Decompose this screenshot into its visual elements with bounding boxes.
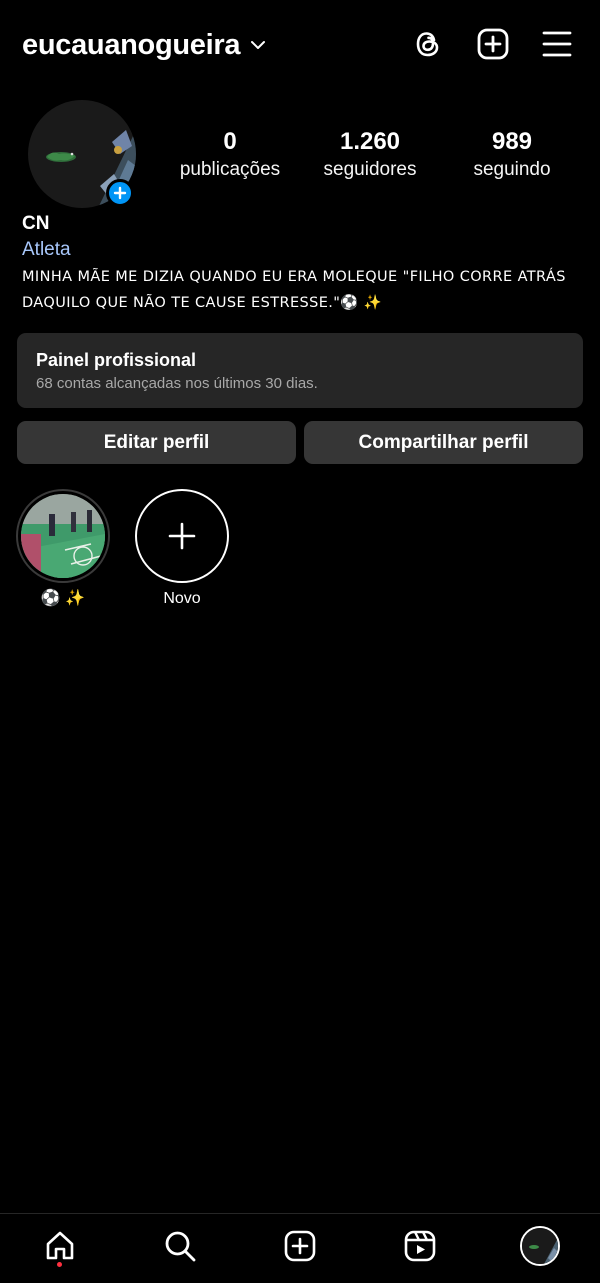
new-highlight-label: Novo bbox=[163, 590, 201, 607]
home-icon[interactable] bbox=[40, 1226, 80, 1266]
new-highlight[interactable]: Novo bbox=[135, 489, 229, 609]
followers-count[interactable]: 1.260 seguidores bbox=[308, 127, 432, 183]
profile-name: CN bbox=[22, 213, 50, 234]
profile-avatar-container[interactable] bbox=[28, 100, 136, 208]
profile-bio: MINHA MÃE ME DIZIA QUANDO EU ERA MOLEQUE… bbox=[22, 269, 566, 311]
add-story-button[interactable] bbox=[106, 179, 134, 207]
followers-label: seguidores bbox=[323, 159, 417, 180]
notification-dot bbox=[57, 1262, 62, 1267]
create-icon[interactable] bbox=[280, 1226, 320, 1266]
panel-subtitle: 68 contas alcançadas nos últimos 30 dias… bbox=[36, 375, 318, 392]
plus-icon bbox=[168, 522, 196, 550]
posts-value: 0 bbox=[223, 128, 237, 155]
professional-dashboard[interactable]: Painel profissional 68 contas alcançadas… bbox=[17, 333, 583, 408]
profile-tab[interactable] bbox=[520, 1226, 560, 1266]
panel-title: Painel profissional bbox=[36, 350, 197, 370]
menu-icon[interactable] bbox=[540, 27, 574, 61]
story-highlight[interactable]: ⚽ ✨ bbox=[16, 489, 110, 609]
search-icon[interactable] bbox=[160, 1226, 200, 1266]
following-count[interactable]: 989 seguindo bbox=[450, 127, 574, 183]
highlight-ring bbox=[16, 489, 110, 583]
reels-icon[interactable] bbox=[400, 1226, 440, 1266]
share-profile-button[interactable]: Compartilhar perfil bbox=[304, 421, 583, 464]
profile-category: Atleta bbox=[22, 239, 71, 260]
top-header: eucauanogueira bbox=[0, 0, 600, 92]
followers-value: 1.260 bbox=[339, 128, 401, 155]
username: eucauanogueira bbox=[22, 29, 241, 61]
threads-icon[interactable] bbox=[411, 27, 445, 61]
following-label: seguindo bbox=[473, 159, 551, 180]
bottom-navigation bbox=[0, 1213, 600, 1283]
account-switcher[interactable]: eucauanogueira bbox=[22, 27, 266, 63]
following-value: 989 bbox=[491, 128, 533, 155]
highlight-cover bbox=[21, 494, 105, 578]
add-post-icon[interactable] bbox=[476, 27, 510, 61]
edit-profile-button[interactable]: Editar perfil bbox=[17, 421, 296, 464]
new-highlight-button[interactable] bbox=[135, 489, 229, 583]
nav-profile-avatar bbox=[520, 1226, 560, 1266]
posts-count[interactable]: 0 publicações bbox=[168, 127, 292, 183]
posts-label: publicações bbox=[179, 159, 281, 180]
highlight-label: ⚽ ✨ bbox=[40, 590, 86, 607]
chevron-down-icon bbox=[250, 37, 266, 53]
